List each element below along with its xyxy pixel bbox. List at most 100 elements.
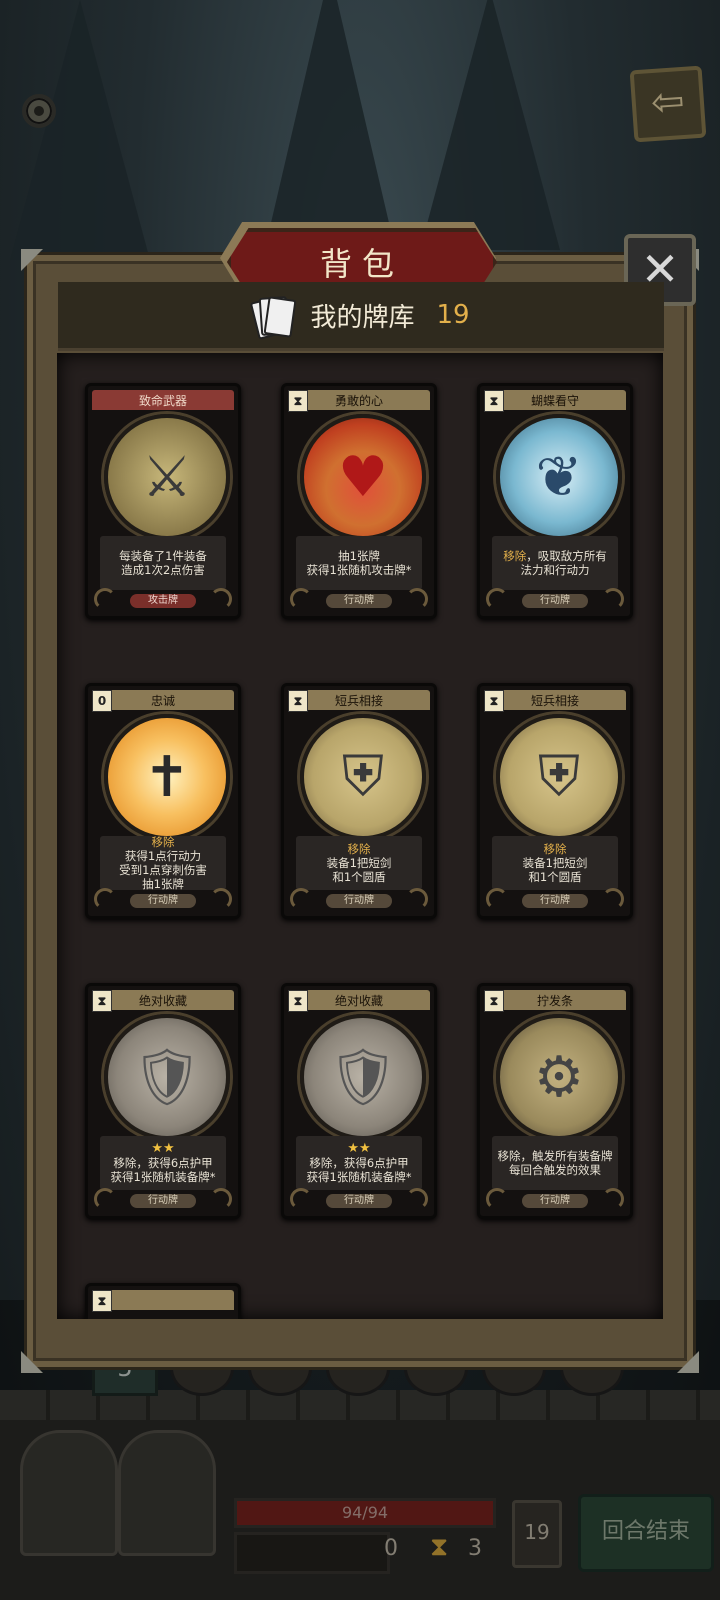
card-description: 抽1张牌 获得1张随机攻击牌* [296,536,422,590]
card-description: 移除 装备1把短剑 和1个圆盾 [296,836,422,890]
card-ornament [94,588,116,610]
card-desc-line: 获得1张随机装备牌* [306,1170,412,1184]
card-name: 绝对收藏 [334,993,383,1008]
card-title-bar: 拧发条 [484,990,626,1010]
card-title-bar: 绝对收藏 [288,990,430,1010]
card-ornament [486,588,508,610]
card[interactable]: 勇敢的心 ⧗ ♥ 抽1张牌 获得1张随机攻击牌* 行动牌 [281,383,437,619]
card-cost: 0 [92,690,112,712]
card-desc-line: 抽1张牌 [142,877,184,891]
card-art-knight: ⛨ [496,714,622,840]
card-ornament [486,888,508,910]
card-title-bar: 忠诚 [92,690,234,710]
card-desc-line: 移除，吸取敌方所有 [503,549,607,563]
card[interactable]: 蝴蝶看守 ⧗ ❦ 移除，吸取敌方所有 法力和行动力 行动牌 [477,383,633,619]
card-art-weapons: ⚔ [104,414,230,540]
card-keyword: 移除 [543,842,567,856]
card-title-bar: 致命武器 [92,390,234,410]
deck-cards-icon [250,295,297,340]
card-ornament [602,588,624,610]
card-stars: ★★ [151,1141,175,1156]
deck-label: 我的牌库 [310,302,415,333]
card-type-tag: 行动牌 [326,894,392,908]
draw-pile[interactable]: 19 [512,1500,562,1568]
card-ornament [486,1188,508,1210]
panel-title: 背包 [319,245,404,283]
card-art-key: ⚙ [496,1014,622,1140]
hourglass-cost-icon: ⧗ [288,990,308,1012]
card-type-tag: 行动牌 [522,594,588,608]
card-title-bar [92,1290,234,1310]
card-desc-line: 移除，触发所有装备牌 [497,1149,613,1163]
card-art-armory: 🛡 [104,1014,230,1140]
card-name: 短兵相接 [334,693,383,708]
card[interactable]: 绝对收藏 ⧗ 🛡 ★★ 移除，获得6点护甲 获得1张随机装备牌* 行动牌 [281,983,437,1219]
card-name: 勇敢的心 [334,393,383,408]
card-ornament [94,888,116,910]
card-desc-line: 装备1把短剑 [326,856,392,870]
backpack-panel: 致命武器 ⚔ 每装备了1件装备 造成1次2点伤害 攻击牌 勇敢的心 ⧗ ♥ 抽1张牌 获得1张随机… [21,249,699,1373]
card-type-tag: 行动牌 [326,594,392,608]
back-button[interactable]: ⇦ [629,65,707,143]
card-ornament [602,1188,624,1210]
card[interactable]: 绝对收藏 ⧗ 🛡 ★★ 移除，获得6点护甲 获得1张随机装备牌* 行动牌 [85,983,241,1219]
settings-gear-icon[interactable] [22,94,56,128]
panel-corner [677,1351,699,1373]
card[interactable]: 致命武器 ⚔ 每装备了1件装备 造成1次2点伤害 攻击牌 [85,383,241,619]
card-desc-line: 获得1张随机装备牌* [110,1170,216,1184]
card-desc-line: 每装备了1件装备 [119,549,207,563]
card-desc-line: 和1个圆盾 [332,870,386,884]
hourglass-cost-icon: ⧗ [484,390,504,412]
card-name: 致命武器 [138,393,187,408]
card[interactable]: 短兵相接 ⧗ ⛨ 移除 装备1把短剑 和1个圆盾 行动牌 [281,683,437,919]
card-ornament [210,588,232,610]
card-keyword: 移除 [151,835,175,849]
hp-bar: 94/94 [234,1498,496,1528]
card[interactable]: 拧发条 ⧗ ⚙ 移除，触发所有装备牌 每回合触发的效果 行动牌 [477,983,633,1219]
card-desc-line: 造成1次2点伤害 [121,563,205,577]
card[interactable]: 短兵相接 ⧗ ⛨ 移除 装备1把短剑 和1个圆盾 行动牌 [477,683,633,919]
card-description: 移除，触发所有装备牌 每回合触发的效果 [492,1136,618,1190]
action-points: 3 [468,1536,482,1561]
card-ornament [602,888,624,910]
card-description: 每装备了1件装备 造成1次2点伤害 [100,536,226,590]
card-ornament [406,1188,428,1210]
hourglass-icon: ⧗ [430,1532,449,1562]
panel-corner [21,1351,43,1373]
card-desc-line: 装备1把短剑 [522,856,588,870]
card-ornament [210,888,232,910]
card-keyword: 移除 [347,842,371,856]
deck-count: 19 [436,300,470,330]
card-grid[interactable]: 致命武器 ⚔ 每装备了1件装备 造成1次2点伤害 攻击牌 勇敢的心 ⧗ ♥ 抽1张牌 获得1张随机… [57,353,663,1319]
card-name: 短兵相接 [530,693,579,708]
card-desc-line: 获得1点行动力 [124,849,202,863]
shield-value: 0 [384,1536,398,1561]
hourglass-cost-icon: ⧗ [92,990,112,1012]
card-type-tag: 行动牌 [522,1194,588,1208]
end-turn-button[interactable]: 回合结束 [578,1494,714,1572]
card-name: 绝对收藏 [138,993,187,1008]
card-description: ★★ 移除，获得6点护甲 获得1张随机装备牌* [296,1136,422,1190]
card-type-tag: 行动牌 [522,894,588,908]
card-stars: ★★ [347,1141,371,1156]
card-title-bar: 短兵相接 [484,690,626,710]
panel-corner [21,249,43,271]
tree-silhouette [420,0,560,250]
card-ornament [290,1188,312,1210]
card-desc-line: 移除，获得6点护甲 [309,1156,409,1170]
companion-portrait[interactable] [118,1430,216,1556]
hero-portrait[interactable] [20,1430,118,1556]
card-partial[interactable]: ⧗ [85,1283,241,1319]
hourglass-cost-icon: ⧗ [288,690,308,712]
hourglass-cost-icon: ⧗ [484,690,504,712]
card-description: ★★ 移除，获得6点护甲 获得1张随机装备牌* [100,1136,226,1190]
card-desc-line: 移除，获得6点护甲 [113,1156,213,1170]
card[interactable]: 忠诚 0 ✝ 移除 获得1点行动力 受到1点穿刺伤害 抽1张牌 行动牌 [85,683,241,919]
card-art-knight: ⛨ [300,714,426,840]
card-type-tag: 行动牌 [326,1194,392,1208]
deck-header: 我的牌库 19 [58,282,664,351]
card-description: 移除，吸取敌方所有 法力和行动力 [492,536,618,590]
card-ornament [406,588,428,610]
hourglass-cost-icon: ⧗ [92,1290,112,1312]
card-desc-line: 受到1点穿刺伤害 [119,863,207,877]
